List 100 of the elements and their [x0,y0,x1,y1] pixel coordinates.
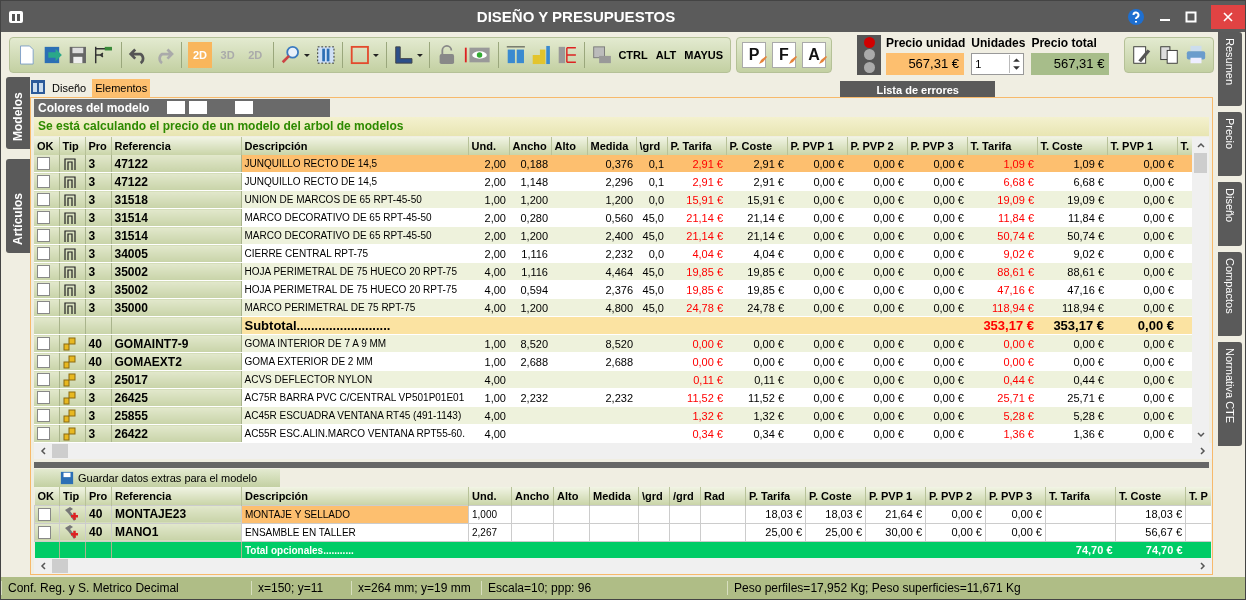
edit-document-button[interactable]: P [742,42,766,68]
column-header[interactable]: Rad [700,486,746,506]
save-extras-button[interactable]: Guardar datos extras para el modelo [34,469,280,487]
column-header[interactable]: T. Tarifa [967,137,1037,156]
column-header[interactable]: P. Coste [805,486,866,506]
scroll-thumb[interactable] [1194,153,1207,174]
column-header[interactable]: Medida [589,486,639,506]
machine-icon[interactable] [590,44,613,66]
column-header[interactable]: /grd [669,486,701,506]
side-tab[interactable]: Artículos [6,159,30,253]
column-header[interactable]: \grd [636,137,667,156]
checkbox[interactable] [37,211,50,225]
column-header[interactable]: P. Tarifa [745,486,806,506]
table-row[interactable]: 40 MANO1 ENSAMBLE EN TALLER 2,267 25,00 € 25,00 € 30,00 € 0,00 € 0,00 € 56,67 € [34,523,1211,542]
column-header[interactable]: \grd [638,486,670,506]
edit-document-button[interactable]: A [802,42,826,68]
checkbox[interactable] [38,525,51,539]
zoom-icon[interactable] [280,44,302,66]
edit-document-button[interactable]: F [772,42,796,68]
checkbox[interactable] [37,283,50,297]
modifier-key-toggle[interactable]: CTRL [616,49,650,61]
side-tab[interactable]: Compactos [1218,252,1242,336]
horizontal-scrollbar[interactable] [34,443,1212,460]
column-header[interactable]: T. P [1185,486,1211,506]
color-swatch[interactable] [189,101,208,115]
checkbox[interactable] [37,301,50,315]
side-tab[interactable]: Modelos [6,77,30,149]
columns-icon[interactable] [504,44,527,66]
column-header[interactable]: T. Tarifa [1045,486,1116,506]
view-tab[interactable]: Diseño [49,79,90,97]
column-header[interactable]: Tip [59,137,85,156]
scroll-right-icon[interactable] [1198,561,1208,571]
column-header[interactable]: Medida [587,137,636,156]
view-tab[interactable]: Elementos [92,79,151,97]
list-icon[interactable] [556,44,578,66]
column-header[interactable]: P. Tarifa [667,137,726,156]
checkbox[interactable] [37,265,50,279]
side-tab[interactable]: Resumen [1218,32,1242,106]
column-header[interactable]: Ancho [511,486,554,506]
column-header[interactable]: P. Coste [726,137,787,156]
checkbox[interactable] [38,507,51,521]
select-frame-icon[interactable] [314,44,337,66]
horizontal-scrollbar[interactable] [34,558,1212,574]
maximize-icon[interactable] [1185,10,1197,23]
column-header[interactable]: P. PVP 3 [985,486,1046,506]
table-row[interactable]: 40 MONTAJE23 MONTAJE Y SELLADO 1,000 18,03 € 18,03 € 21,64 € 0,00 € 0,00 € 18,03 € [34,505,1211,524]
column-header[interactable]: Ancho [509,137,551,156]
column-header[interactable]: Descripción [241,137,468,156]
column-header[interactable]: Und. [468,137,509,156]
checkbox[interactable] [37,175,50,189]
column-header[interactable]: P. PVP 2 [925,486,986,506]
column-header[interactable]: P. PVP 3 [907,137,967,156]
close-button[interactable] [1211,4,1245,29]
scroll-left-icon[interactable] [38,561,48,571]
checkbox[interactable] [37,355,50,369]
vertical-scrollbar[interactable] [1192,137,1209,444]
caret-icon[interactable] [372,51,380,59]
column-header[interactable]: OK [34,137,59,156]
table-row[interactable]: 3 47122 JUNQUILLO RECTO DE 14,5 2,00 0,188 0,376 0,1 2,91 € 2,91 € 0,00 € 0,00 € 0,00 € 1,09 € 1,09 € 0,00 € [34,155,1193,173]
column-header[interactable]: Descripción [241,486,469,506]
column-header[interactable]: Alto [551,137,587,156]
modifier-key-toggle[interactable]: MAYUS [682,49,726,61]
column-header[interactable]: T. Coste [1115,486,1186,506]
checkbox[interactable] [37,247,50,261]
column-header[interactable]: T. PVP 1 [1107,137,1177,156]
side-tab[interactable]: Precio [1218,112,1242,176]
side-tab[interactable]: Diseño [1218,182,1242,246]
checkbox[interactable] [37,157,50,171]
checkbox[interactable] [37,391,50,405]
scroll-right-icon[interactable] [1198,446,1208,457]
checkbox[interactable] [37,229,50,243]
caret-icon[interactable] [415,51,424,59]
checkbox[interactable] [37,409,50,423]
units-spinbox[interactable]: 1 [971,52,1025,75]
checkbox[interactable] [37,373,50,387]
column-header[interactable]: Alto [553,486,590,506]
tree-icon[interactable] [93,44,115,66]
scroll-thumb[interactable] [52,559,68,573]
column-header[interactable]: Pro [85,137,111,156]
column-header[interactable]: P. PVP 1 [865,486,926,506]
ruler-icon[interactable] [530,44,553,66]
side-tab[interactable]: Normativa CTE [1218,342,1242,446]
column-header[interactable]: T. Coste [1037,137,1107,156]
scroll-left-icon[interactable] [38,446,48,457]
column-header[interactable]: Referencia [111,137,241,156]
modifier-key-toggle[interactable]: ALT [653,49,679,61]
caret-icon[interactable] [302,51,311,59]
column-header[interactable]: P. PVP 2 [847,137,907,156]
checkbox[interactable] [37,427,50,441]
checkbox[interactable] [37,337,50,351]
color-swatch[interactable] [167,101,186,115]
printer-icon[interactable] [1185,44,1208,66]
column-header[interactable]: P. PVP 1 [787,137,847,156]
document-icon[interactable] [1158,44,1180,66]
color-swatch[interactable] [235,101,254,115]
scroll-thumb[interactable] [52,444,68,459]
column-header[interactable]: Und. [468,486,512,506]
angle-profile-icon[interactable] [392,44,415,66]
edit-page-icon[interactable] [1130,44,1153,66]
help-icon[interactable] [1127,7,1145,26]
